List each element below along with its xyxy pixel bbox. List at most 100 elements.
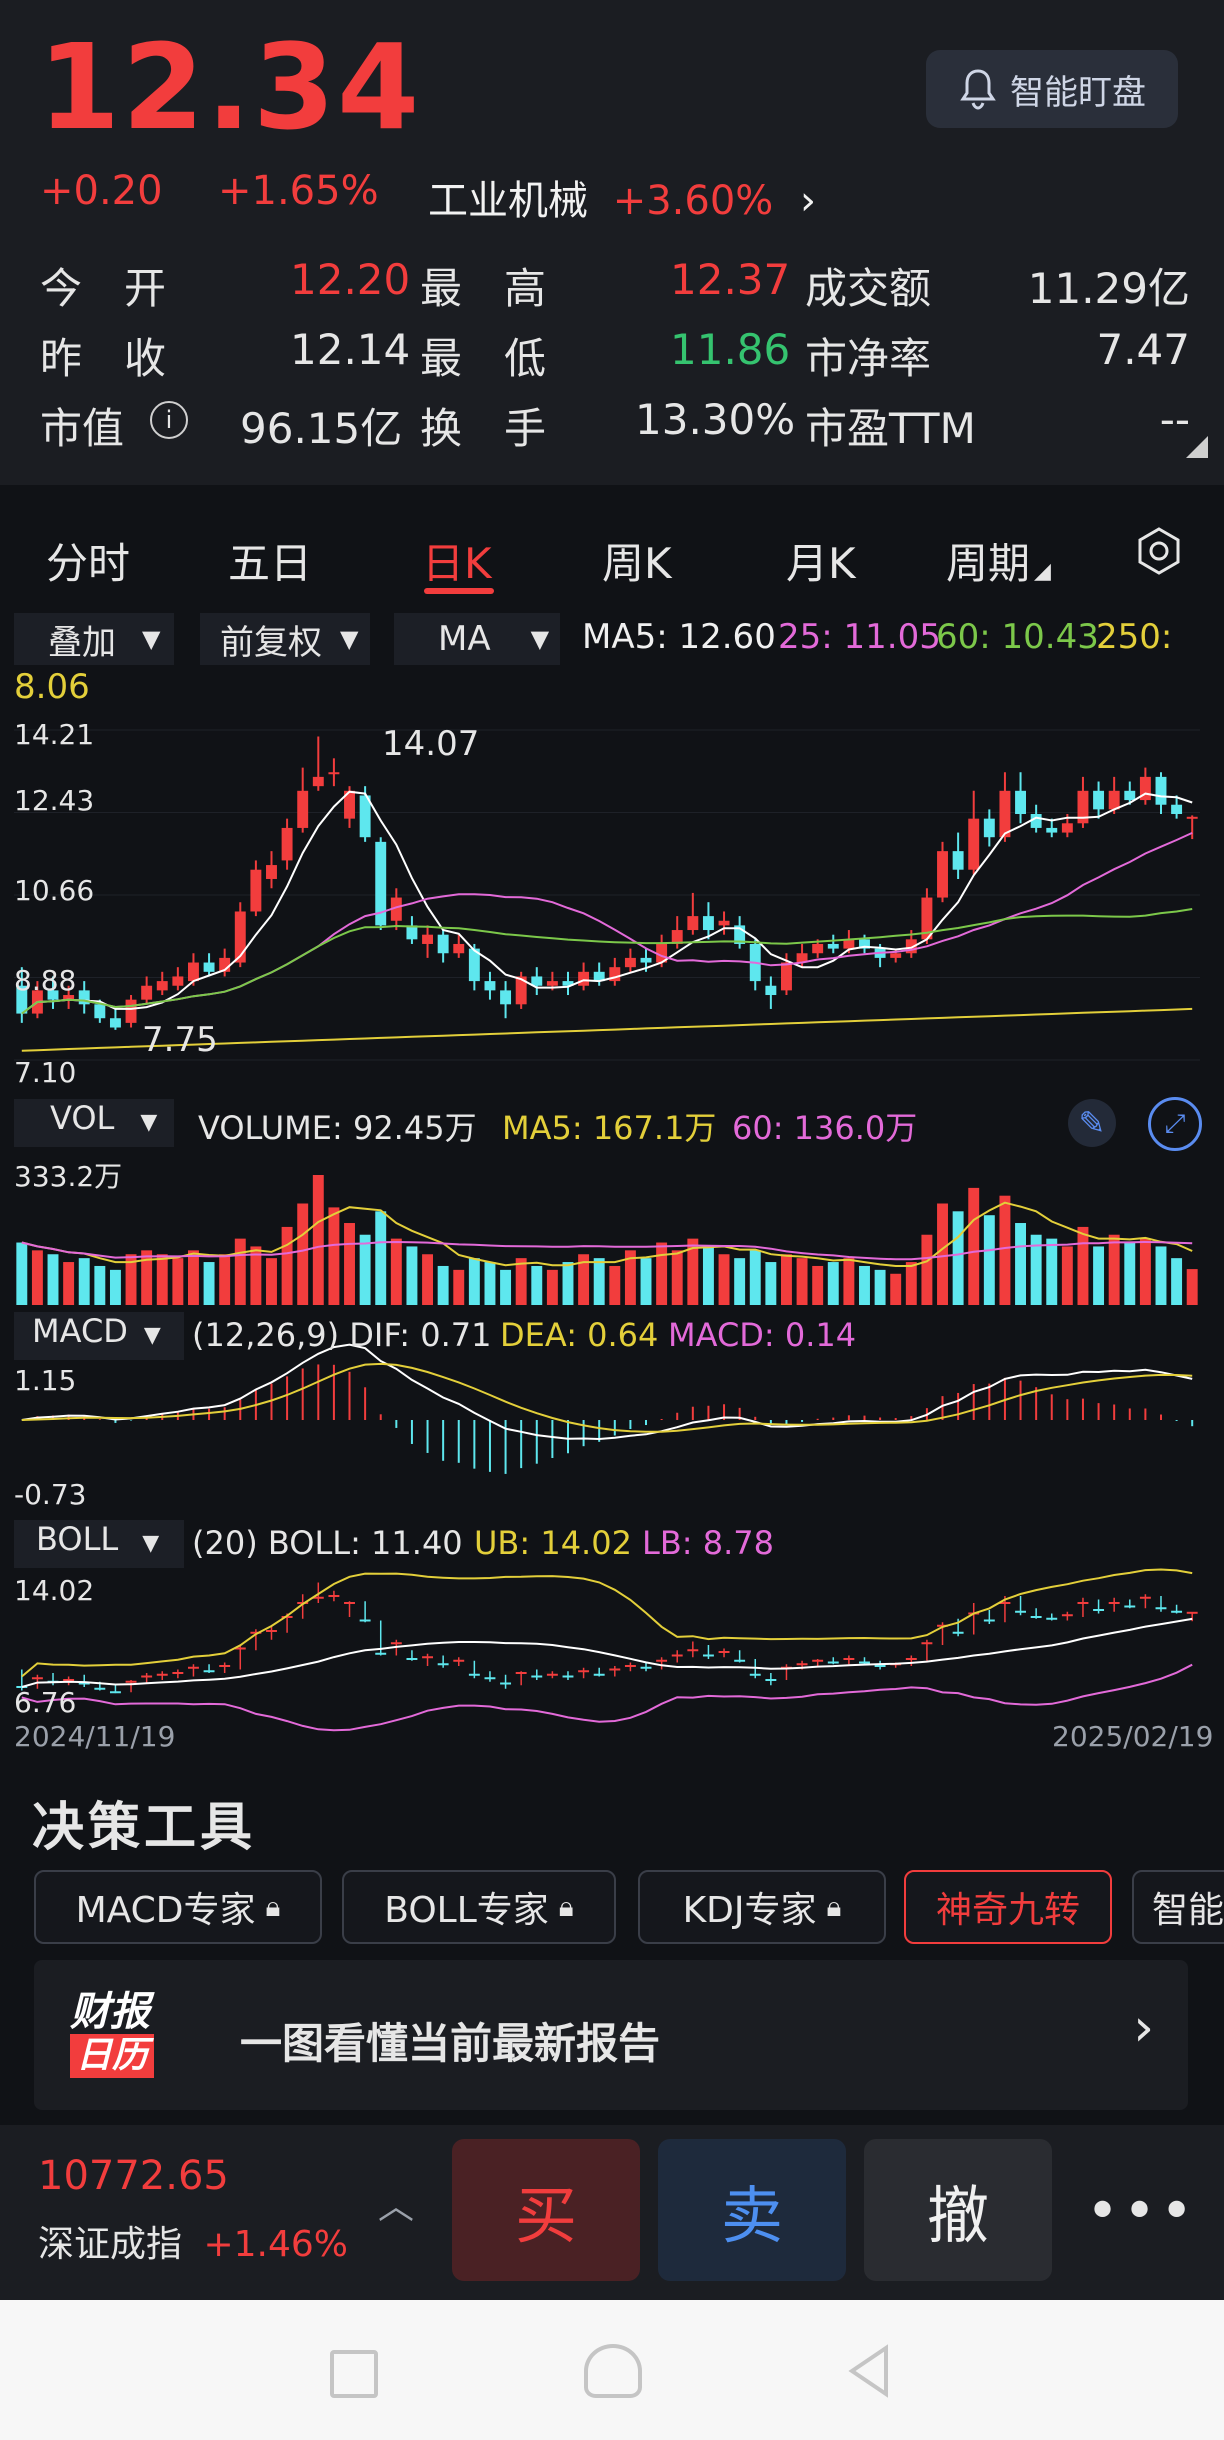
tool-smart[interactable]: 智能 (1132, 1870, 1224, 1944)
boll-mid-line (21, 1617, 1193, 1688)
volume-bar (734, 1258, 746, 1305)
tab-daily-k[interactable]: 日K (422, 530, 492, 591)
tab-monthly-k[interactable]: 月K (786, 530, 856, 591)
candle-body (765, 985, 777, 996)
candle-body (1108, 790, 1120, 810)
volume-bar (812, 1265, 824, 1305)
decision-tools-title: 决策工具 (32, 1798, 257, 1858)
vol-selector[interactable]: VOL ▼ (14, 1099, 174, 1147)
macd-dea: DEA: 0.64 (500, 1316, 659, 1354)
adjust-dropdown[interactable]: 前复权 ▼ (200, 613, 370, 665)
chevron-up-icon[interactable]: ︿ (378, 2177, 414, 2229)
candle-body (890, 953, 902, 958)
candle-body (250, 869, 262, 912)
volume-bar (484, 1262, 496, 1305)
tool-kdj-expert[interactable]: KDJ专家 🔒︎ (638, 1870, 886, 1944)
candle-body (702, 916, 714, 931)
stat-label: 最 低 (420, 334, 547, 383)
stat-label: 市盈TTM (805, 404, 976, 453)
tool-label: 智能 (1152, 1890, 1224, 1931)
candle-body (1093, 790, 1105, 810)
ma25-value: 25: 11.05 (778, 617, 941, 657)
candle-body (312, 776, 324, 787)
tool-magic-nine[interactable]: 神奇九转 (904, 1870, 1112, 1944)
triangle-down-icon: ◢ (1034, 559, 1051, 584)
stat-value: 11.86 (670, 325, 791, 374)
macd-selector[interactable]: MACD ▼ (14, 1312, 184, 1360)
candle-body (453, 943, 465, 954)
chevron-right-icon: › (800, 178, 817, 224)
expand-corner-icon[interactable] (1186, 436, 1208, 458)
sector-name: 工业机械 (428, 178, 588, 224)
smart-watch-button[interactable]: 智能盯盘 (926, 50, 1178, 128)
volume-bar (437, 1265, 449, 1305)
volume-bar (468, 1258, 480, 1305)
high-marker: 14.07 (382, 724, 480, 764)
volume-bar (937, 1203, 948, 1305)
candle-body (297, 790, 309, 828)
candle-body (1061, 823, 1073, 833)
volume-bar (874, 1269, 886, 1305)
index-info[interactable]: 深证成指 +1.46% (38, 2215, 348, 2267)
tab-period-label: 周期 (946, 539, 1031, 588)
tool-macd-expert[interactable]: MACD专家 🔒︎ (34, 1870, 322, 1944)
ma5-line (21, 790, 1193, 1015)
tool-label: KDJ专家 (682, 1890, 817, 1931)
chart-controls: 叠加 ▼ 前复权 ▼ MA ▼ MA5: 12.60 25: 11.05 60: 10… (0, 605, 1224, 715)
candle-body (187, 962, 199, 982)
cancel-order-button[interactable]: 撤 (864, 2139, 1052, 2281)
settings-icon[interactable] (1134, 526, 1184, 586)
candle-body (999, 790, 1011, 838)
volume-bar (718, 1254, 730, 1305)
caret-down-icon: ▼ (142, 625, 161, 653)
volume-bar (406, 1246, 418, 1305)
tab-weekly-k[interactable]: 周K (602, 530, 672, 591)
caret-down-icon: ▼ (143, 1323, 161, 1348)
logo-top: 财报 (70, 1989, 150, 2035)
volume-max: 333.2万 (14, 1160, 123, 1193)
volume-bar (422, 1254, 434, 1305)
volume-bar (702, 1246, 714, 1305)
home-icon[interactable] (584, 2344, 642, 2398)
candle-body (172, 976, 184, 986)
candle-body (484, 981, 496, 991)
macd-y-top: 1.15 (14, 1364, 77, 1397)
buy-button[interactable]: 买 (452, 2139, 640, 2281)
tab-intraday[interactable]: 分时 (46, 530, 130, 591)
stat-label: 市净率 (805, 334, 932, 383)
kline-chart[interactable] (0, 715, 1224, 1760)
boll-selector[interactable]: BOLL ▼ (14, 1520, 184, 1568)
kline-y-3: 10.66 (14, 874, 95, 907)
volume-bar (749, 1250, 761, 1305)
volume-bar (1108, 1234, 1120, 1305)
candle-body (1186, 816, 1198, 819)
report-banner[interactable]: 财报 日历 一图看懂当前最新报告 › (34, 1960, 1188, 2110)
more-icon[interactable]: ••• (1086, 2179, 1197, 2244)
indicator-dropdown[interactable]: MA ▼ (394, 613, 560, 665)
info-icon[interactable]: i (150, 401, 188, 439)
tab-five-day[interactable]: 五日 (228, 530, 312, 591)
back-icon[interactable] (846, 2344, 892, 2398)
candle-body (937, 851, 948, 898)
edit-icon[interactable]: ✎ (1068, 1099, 1116, 1147)
trade-bar: 10772.65 深证成指 +1.46% ︿ 买 卖 撤 ••• (0, 2125, 1224, 2300)
candle-body (281, 827, 293, 861)
volume-bar (905, 1262, 917, 1305)
fullscreen-icon[interactable]: ⤢ (1148, 1097, 1202, 1151)
boll-y-bottom: 6.76 (14, 1686, 77, 1719)
recent-apps-icon[interactable] (330, 2350, 378, 2398)
volume-bar (531, 1265, 543, 1305)
macd-dif: (12,26,9) DIF: 0.71 (192, 1316, 492, 1354)
vol-selector-label: VOL (50, 1099, 115, 1137)
tab-period[interactable]: 周期 ◢ (946, 530, 1051, 591)
ma250-value: 8.06 (14, 667, 90, 707)
candle-body (94, 1004, 106, 1019)
tool-boll-expert[interactable]: BOLL专家 🔒︎ (342, 1870, 616, 1944)
period-tabs: 分时 五日 日K 周K 月K 周期 ◢ (0, 510, 1224, 600)
index-name: 深证成指 (38, 2224, 183, 2265)
sell-button[interactable]: 卖 (658, 2139, 846, 2281)
macd-dea-line (21, 1362, 1193, 1433)
overlay-dropdown[interactable]: 叠加 ▼ (14, 613, 174, 665)
price-change-pct: +1.65% (218, 168, 379, 214)
sector-link[interactable]: 工业机械 +3.60% › (428, 168, 816, 226)
